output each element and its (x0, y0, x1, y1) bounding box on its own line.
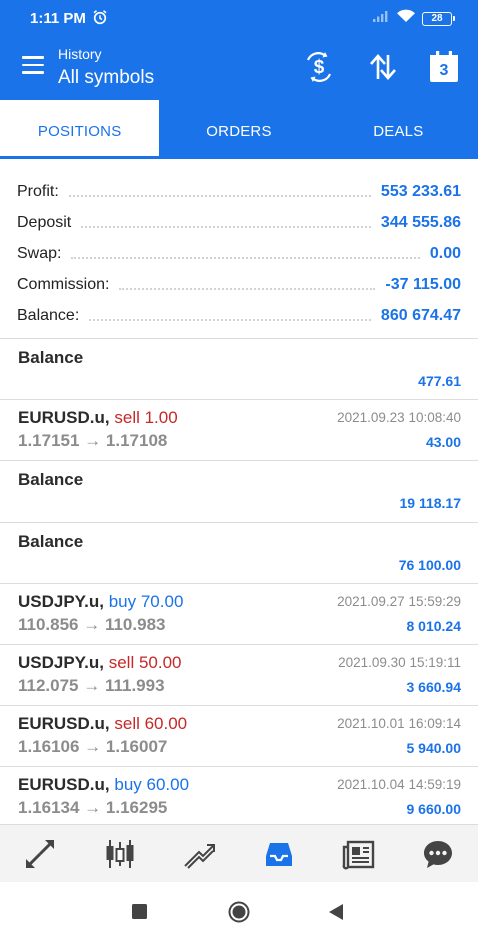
list-item[interactable]: Balance 76 100.00 (0, 523, 478, 584)
item-profit: 8 010.24 (406, 617, 462, 634)
list-item[interactable]: EURUSD.u, sell 1.00 1.17151 → 1.17108 20… (0, 400, 478, 462)
item-date: 2021.09.27 15:59:29 (337, 593, 461, 609)
quotes-icon[interactable] (0, 825, 80, 882)
summary-balance-row: Balance: 860 674.47 (17, 301, 461, 332)
item-profit: 43.00 (425, 434, 461, 451)
item-symbol: EURUSD.u, buy 60.00 (18, 775, 190, 795)
status-bar: 1:11 PM 28 (0, 0, 478, 36)
back-button[interactable] (328, 903, 344, 926)
item-side: buy 60.00 (114, 775, 190, 795)
chat-icon[interactable] (398, 825, 478, 882)
summary-profit-row: Profit: 553 233.61 (17, 176, 461, 207)
tab-orders[interactable]: ORDERS (159, 100, 318, 159)
summary-value: 0.00 (429, 244, 461, 262)
svg-text:$: $ (314, 57, 325, 78)
menu-icon[interactable] (22, 56, 46, 76)
item-prices: 112.075 → 111.993 (18, 675, 165, 695)
item-profit: 3 660.94 (406, 678, 462, 695)
system-nav-bar (0, 882, 478, 938)
summary-deposit-row: Deposit 344 555.86 (17, 207, 461, 238)
summary-value: 344 555.86 (380, 213, 461, 231)
summary-label: Deposit (17, 213, 72, 231)
summary-swap-row: Swap: 0.00 (17, 238, 461, 269)
dot-leader (81, 225, 371, 228)
app-bar: History All symbols $ 3 (0, 36, 478, 100)
item-symbol: EURUSD.u, sell 1.00 (18, 408, 178, 428)
tab-deals[interactable]: DEALS (319, 100, 478, 159)
history-list: Balance 477.61 EURUSD.u, sell 1.00 1.171… (0, 339, 478, 824)
recents-button[interactable] (132, 904, 147, 924)
list-item[interactable]: Balance 19 118.17 (0, 461, 478, 523)
item-date: 2021.10.01 16:09:14 (337, 716, 461, 732)
dot-leader (119, 288, 376, 291)
news-icon[interactable] (319, 825, 399, 882)
list-item[interactable]: USDJPY.u, buy 70.00 110.856 → 110.983 20… (0, 584, 478, 645)
item-symbol: USDJPY.u, buy 70.00 (18, 591, 184, 611)
wifi-icon (396, 9, 416, 28)
item-side: sell 50.00 (108, 652, 182, 672)
summary-label: Commission: (17, 276, 110, 294)
summary-value: -37 115.00 (385, 276, 461, 294)
item-profit: 76 100.00 (398, 556, 461, 573)
item-side: buy 70.00 (108, 591, 184, 611)
signal-icon (372, 9, 390, 28)
item-side: sell 60.00 (114, 714, 188, 734)
home-button[interactable] (228, 901, 250, 928)
item-profit: 9 660.00 (406, 801, 462, 818)
chart-icon[interactable] (80, 825, 160, 882)
item-symbol: USDJPY.u, sell 50.00 (18, 652, 182, 672)
item-symbol: Balance (18, 531, 84, 551)
tab-bar: POSITIONS ORDERS DEALS (0, 100, 478, 159)
bottom-nav (0, 824, 478, 882)
status-time: 1:11 PM (30, 10, 86, 27)
list-item[interactable]: EURUSD.u, buy 60.00 1.16134 → 1.16295 20… (0, 767, 478, 824)
item-date: 2021.10.04 14:59:19 (337, 777, 461, 793)
app-title[interactable]: All symbols (58, 67, 154, 89)
summary-label: Swap: (17, 244, 62, 262)
calendar-day: 3 (439, 62, 449, 79)
sort-icon[interactable] (366, 50, 400, 84)
item-profit: 19 118.17 (399, 495, 461, 512)
item-profit: 477.61 (418, 373, 461, 389)
summary-label: Profit: (17, 182, 59, 200)
history-icon[interactable] (239, 825, 319, 882)
calendar-icon[interactable]: 3 (427, 50, 461, 84)
summary-commission-row: Commission: -37 115.00 (17, 270, 461, 301)
item-symbol: Balance (18, 348, 84, 367)
dot-leader (89, 319, 371, 322)
summary-label: Balance: (17, 307, 80, 325)
item-prices: 1.16106 → 1.16007 (18, 737, 168, 757)
battery-icon: 28 (422, 11, 455, 26)
summary-value: 553 233.61 (380, 182, 461, 200)
summary-panel: Profit: 553 233.61 Deposit 344 555.86 Sw… (0, 162, 478, 338)
list-item[interactable]: Balance 477.61 (0, 339, 478, 401)
item-prices: 1.16134 → 1.16295 (18, 798, 168, 818)
summary-value: 860 674.47 (380, 307, 461, 325)
item-symbol: EURUSD.u, sell 60.00 (18, 714, 188, 734)
dollar-exchange-icon[interactable]: $ (302, 50, 336, 84)
item-date: 2021.09.30 15:19:11 (338, 654, 461, 670)
item-prices: 110.856 → 110.983 (18, 614, 166, 634)
app-subtitle: History (58, 46, 102, 62)
item-side: sell 1.00 (114, 408, 178, 428)
alarm-icon (92, 9, 108, 30)
item-profit: 5 940.00 (406, 740, 462, 757)
trade-icon[interactable] (159, 825, 239, 882)
item-symbol: Balance (18, 470, 84, 490)
dot-leader (68, 194, 371, 197)
list-item[interactable]: EURUSD.u, sell 60.00 1.16106 → 1.16007 2… (0, 706, 478, 768)
dot-leader (71, 256, 420, 259)
item-date: 2021.09.23 10:08:40 (337, 410, 461, 426)
item-prices: 1.17151 → 1.17108 (18, 431, 168, 451)
list-item[interactable]: USDJPY.u, sell 50.00 112.075 → 111.993 2… (0, 645, 478, 707)
tab-positions[interactable]: POSITIONS (0, 100, 160, 159)
